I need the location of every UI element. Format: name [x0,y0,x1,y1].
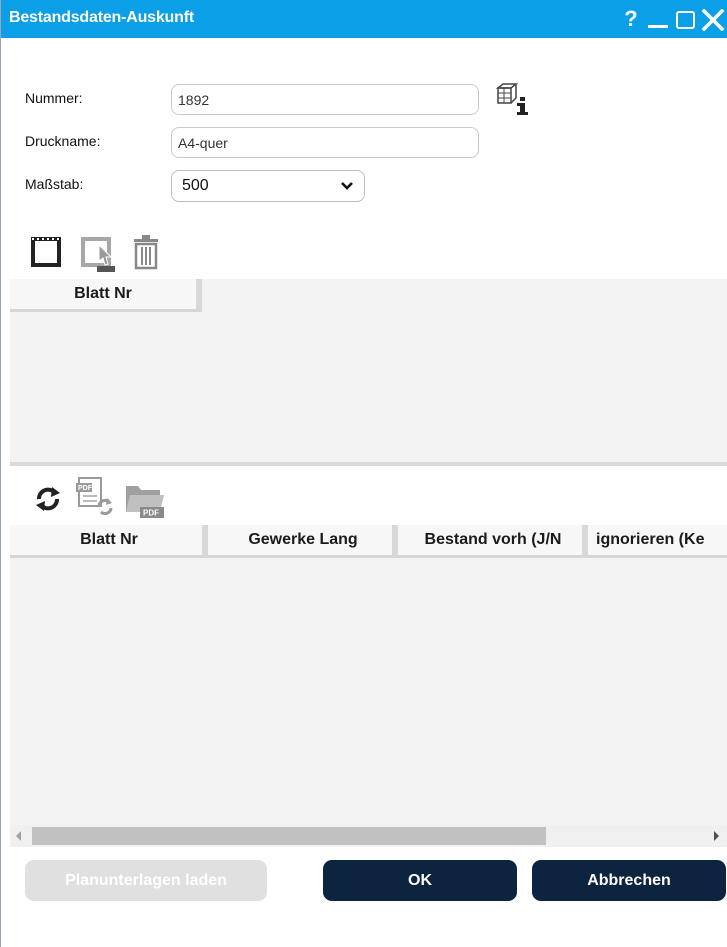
druckname-label: Druckname: [25,133,101,149]
toolbar2-area [10,466,727,525]
info-icon[interactable] [495,82,531,116]
dialog-window: Bestandsdaten-Auskunft ? Nummer: Druckna… [0,0,727,947]
refresh-icon[interactable] [33,484,63,514]
minimize-icon [648,25,668,28]
pdf-folder-icon[interactable]: PDF [124,480,168,520]
column-header-bestand-vorh[interactable]: Bestand vorh (J/N [398,525,588,558]
column-header-blatt-nr-2[interactable]: Blatt Nr [10,525,208,558]
scroll-right-icon[interactable] [714,831,720,841]
column-header-ignorieren[interactable]: ignorieren (Ke [588,525,727,558]
load-plans-button[interactable]: Planunterlagen laden [25,860,267,901]
frame-select-icon[interactable] [79,233,119,273]
maximize-button[interactable] [674,6,698,32]
chevron-down-icon [341,182,353,190]
blatt-grid[interactable]: Blatt Nr [10,279,727,462]
horizontal-scrollbar[interactable] [10,825,727,847]
close-button[interactable] [701,6,725,32]
nummer-field[interactable] [171,84,479,115]
pdf-refresh-icon[interactable]: PDF [73,476,117,516]
frame-icon[interactable] [29,235,63,269]
druckname-field[interactable] [171,127,479,158]
svg-text:PDF: PDF [143,509,159,518]
close-icon [701,9,725,31]
window-title: Bestandsdaten-Auskunft [9,9,194,26]
title-bar[interactable]: Bestandsdaten-Auskunft ? [1,0,727,38]
massstab-value: 500 [182,177,209,194]
maximize-icon [676,11,695,29]
nummer-label: Nummer: [25,90,83,106]
svg-text:PDF: PDF [78,485,93,492]
massstab-label: Maßstab: [25,176,84,192]
cancel-button[interactable]: Abbrechen [532,860,726,901]
massstab-select[interactable]: 500 [171,170,365,202]
ok-button[interactable]: OK [323,860,517,901]
scrollbar-thumb[interactable] [32,827,546,845]
column-header-blatt-nr[interactable]: Blatt Nr [10,279,202,312]
column-header-gewerke-lang[interactable]: Gewerke Lang [208,525,398,558]
gewerke-grid[interactable]: Blatt Nr Gewerke Lang Bestand vorh (J/N … [10,525,727,825]
scroll-left-icon[interactable] [16,831,22,841]
help-button[interactable]: ? [621,6,641,32]
minimize-button[interactable] [646,6,670,32]
trash-icon[interactable] [132,234,160,270]
